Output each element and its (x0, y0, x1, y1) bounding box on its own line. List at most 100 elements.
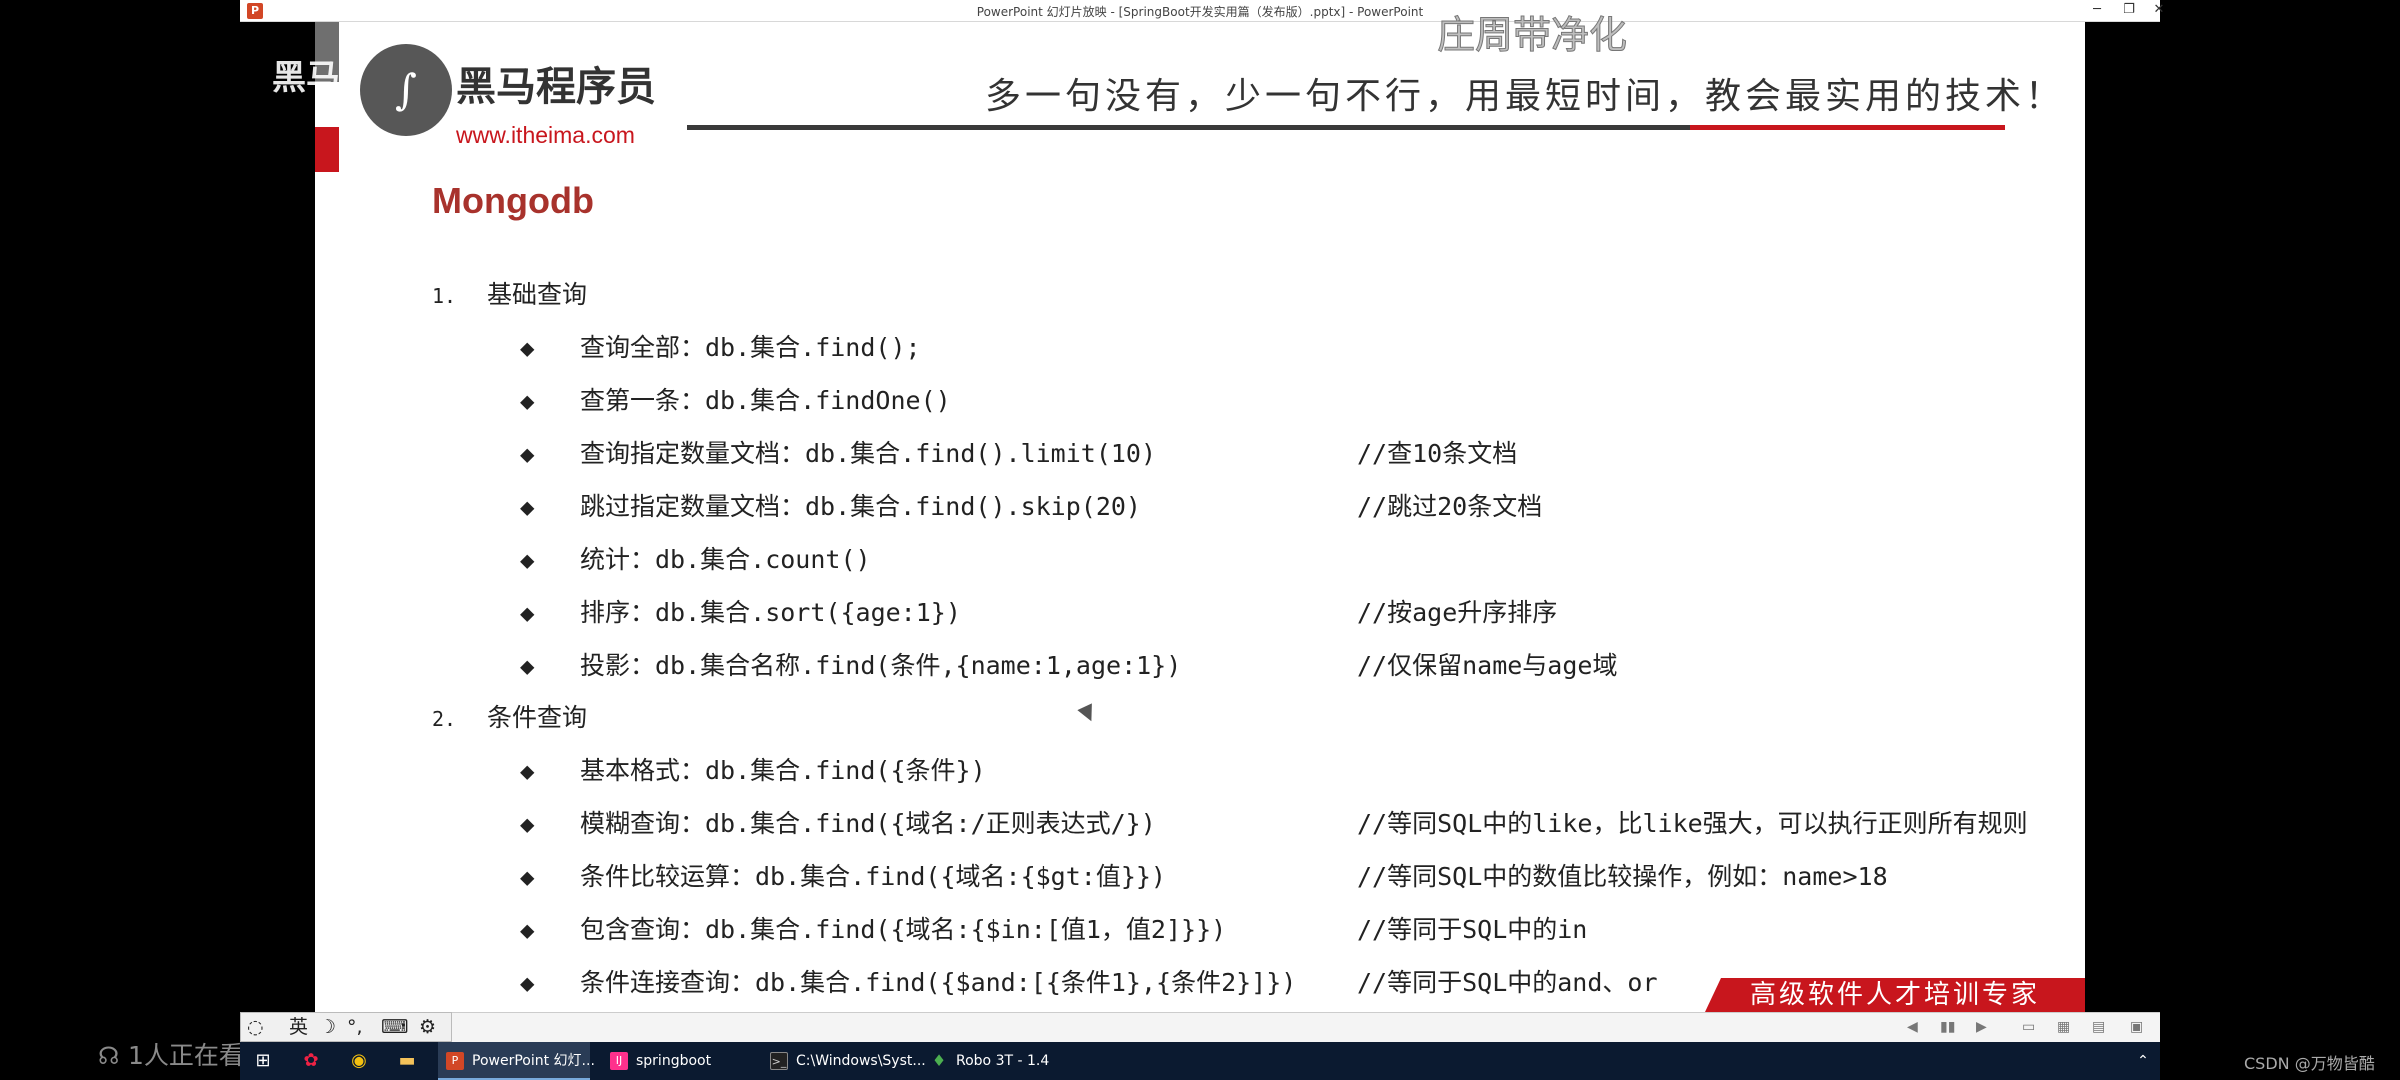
section-label: 条件查询 (487, 703, 588, 732)
diamond-bullet-icon: ◆ (520, 863, 535, 891)
file-explorer-icon[interactable]: ▬ (394, 1048, 420, 1074)
video-watermark: 庄周带净化 (1436, 13, 1628, 58)
slideshow-view-icon[interactable]: ▣ (2130, 1019, 2143, 1035)
list-item: ◆ 查第一条：db.集合.findOne() (520, 381, 951, 417)
list-item: ◆ 模糊查询：db.集合.find({域名:/正则表达式/}) //等同SQL中的l… (520, 804, 2028, 840)
keyboard-icon[interactable]: ⌨ (381, 1013, 408, 1041)
list-item: ◆ 排序：db.集合.sort({age:1}) //按age升序排序 (520, 593, 1557, 629)
slide-title: Mongodb (432, 180, 594, 221)
item-comment: //等同于SQL中的and、or (1357, 968, 1658, 997)
section-heading: 1. 基础查询 (432, 275, 587, 311)
next-slide-icon[interactable]: ▶ (1976, 1019, 1987, 1035)
diamond-bullet-icon: ◆ (520, 334, 535, 362)
list-item: ◆ 投影：db.集合名称.find(条件,{name:1,age:1}) //仅保留… (520, 646, 1617, 682)
window-titlebar: P PowerPoint 幻灯片放映 - [SpringBoot开发实用篇（发布… (240, 0, 2164, 22)
diamond-bullet-icon: ◆ (520, 440, 535, 468)
taskbar-item-robo3t[interactable]: ♦ Robo 3T - 1.4 (922, 1042, 1072, 1080)
list-item: ◆ 统计：db.集合.count() (520, 540, 871, 576)
ime-logo-icon[interactable]: ◌ (247, 1013, 264, 1041)
slide: ∫ 黑马程序员 www.itheima.com 多一句没有，少一句不行，用最短时… (315, 22, 2085, 1012)
windows-icon[interactable]: ⊞ (250, 1048, 276, 1074)
item-text: 跳过指定数量文档：db.集合.find().skip(20) (580, 492, 1141, 521)
taskbar-item-label: springboot (636, 1053, 712, 1069)
brand-name: 黑马程序员 (456, 64, 656, 110)
item-text: 查询指定数量文档：db.集合.find().limit(10) (580, 439, 1157, 468)
taskbar-item-label: Robo 3T - 1.4 (956, 1053, 1050, 1069)
footer-banner: 高级软件人才培训专家 (1705, 978, 2085, 1012)
diamond-bullet-icon: ◆ (520, 493, 535, 521)
window-title: PowerPoint 幻灯片放映 - [SpringBoot开发实用篇（发布版）… (976, 5, 1424, 19)
slogan: 多一句没有，少一句不行，用最短时间，教会最实用的技术！ (985, 76, 2066, 117)
item-text: 包含查询：db.集合.find({域名:{$in:[值1，值2]}}) (580, 915, 1227, 944)
item-text: 排序：db.集合.sort({age:1}) (580, 598, 961, 627)
ime-punctuation-toggle[interactable]: °, (347, 1013, 363, 1041)
list-item: ◆ 查询指定数量文档：db.集合.find().limit(10) //查10条文档 (520, 434, 1517, 470)
item-text: 条件比较运算：db.集合.find({域名:{$gt:值}}) (580, 862, 1166, 891)
intellij-icon: IJ (610, 1052, 628, 1070)
list-item: ◆ 基本格式：db.集合.find({条件}) (520, 751, 986, 787)
taskbar-item-label: C:\Windows\Syst... (796, 1053, 926, 1069)
item-comment: //等同于SQL中的in (1357, 915, 1588, 944)
terminal-icon: >_ (770, 1052, 788, 1070)
previous-slide-icon[interactable]: ◀ (1907, 1019, 1918, 1035)
list-item: ◆ 条件比较运算：db.集合.find({域名:{$gt:值}}) //等同SQL中… (520, 857, 1888, 893)
diamond-bullet-icon: ◆ (520, 546, 535, 574)
brand-url: www.itheima.com (456, 122, 635, 148)
channel-overlay: 黑马 (272, 58, 340, 98)
decor-strip-red (315, 127, 339, 172)
brand-logo: ∫ 黑马程序员 www.itheima.com (360, 44, 660, 164)
app-icon-red[interactable]: ✿ (298, 1048, 324, 1074)
viewer-count-text: 1人正在看 (128, 1041, 244, 1070)
screen: P PowerPoint 幻灯片放映 - [SpringBoot开发实用篇（发布… (0, 0, 2400, 1080)
item-text: 查询全部：db.集合.find(); (580, 333, 921, 362)
section-heading: 2. 条件查询 (432, 698, 587, 734)
horse-logo-icon: ∫ (360, 44, 452, 136)
list-item: ◆ 条件连接查询：db.集合.find({$and:[{条件1},{条件2}]})… (520, 963, 1658, 999)
section-label: 基础查询 (487, 280, 588, 309)
header-divider-accent (1690, 125, 2005, 130)
ime-language-toggle[interactable]: 英 (289, 1013, 308, 1041)
taskbar-item-springboot[interactable]: IJ springboot (602, 1042, 752, 1080)
pause-icon[interactable]: ▮▮ (1940, 1019, 1955, 1035)
ime-toolbar: ◌ 英 ☽ °, ⌨ ⚙ (240, 1012, 452, 1042)
item-text: 基本格式：db.集合.find({条件}) (580, 756, 986, 785)
settings-icon[interactable]: ⚙ (419, 1013, 436, 1041)
item-comment: //等同SQL中的数值比较操作，例如：name>18 (1357, 862, 1888, 891)
section-number: 1. (432, 284, 457, 308)
powerpoint-icon: P (446, 1052, 464, 1070)
reading-view-icon[interactable]: ▤ (2092, 1019, 2105, 1035)
chrome-icon[interactable]: ◉ (346, 1048, 372, 1074)
item-text: 统计：db.集合.count() (580, 545, 871, 574)
list-item: ◆ 包含查询：db.集合.find({域名:{$in:[值1，值2]}}) //等同… (520, 910, 1587, 946)
slideshow-controls: ◀ ▮▮ ▶ ▭ ▦ ▤ ▣ (452, 1012, 2160, 1042)
diamond-bullet-icon: ◆ (520, 652, 535, 680)
item-comment: //查10条文档 (1357, 439, 1518, 468)
normal-view-icon[interactable]: ▭ (2022, 1019, 2035, 1035)
item-comment: //按age升序排序 (1357, 598, 1558, 627)
item-text: 查第一条：db.集合.findOne() (580, 386, 951, 415)
ime-fullwidth-toggle[interactable]: ☽ (319, 1013, 336, 1041)
diamond-bullet-icon: ◆ (520, 599, 535, 627)
item-text: 条件连接查询：db.集合.find({$and:[{条件1},{条件2}]}) (580, 968, 1297, 997)
list-item: ◆ 跳过指定数量文档：db.集合.find().skip(20) //跳过20条文档 (520, 487, 1542, 523)
item-text: 投影：db.集合名称.find(条件,{name:1,age:1}) (580, 651, 1182, 680)
viewer-count: ☊ 1人正在看 (98, 1036, 244, 1072)
item-comment: //仅保留name与age域 (1357, 651, 1618, 680)
list-item: ◆ 查询全部：db.集合.find(); (520, 328, 921, 364)
chat-icon: ☊ (98, 1042, 120, 1070)
credit-text: CSDN @万物皆酷 (2244, 1054, 2375, 1073)
taskbar-item-label: PowerPoint 幻灯... (472, 1053, 595, 1069)
tray-chevron-up-icon[interactable]: ⌃ (2130, 1048, 2156, 1074)
section-number: 2. (432, 707, 457, 731)
close-button[interactable]: ✕ (2136, 0, 2182, 22)
diamond-bullet-icon: ◆ (520, 810, 535, 838)
diamond-bullet-icon: ◆ (520, 757, 535, 785)
robo3t-icon: ♦ (931, 1051, 947, 1070)
diamond-bullet-icon: ◆ (520, 916, 535, 944)
sorter-view-icon[interactable]: ▦ (2057, 1019, 2070, 1035)
diamond-bullet-icon: ◆ (520, 969, 535, 997)
item-comment: //跳过20条文档 (1357, 492, 1543, 521)
taskbar-item-powerpoint[interactable]: P PowerPoint 幻灯... (438, 1042, 595, 1080)
taskbar-item-cmd[interactable]: >_ C:\Windows\Syst... (762, 1042, 926, 1080)
diamond-bullet-icon: ◆ (520, 387, 535, 415)
